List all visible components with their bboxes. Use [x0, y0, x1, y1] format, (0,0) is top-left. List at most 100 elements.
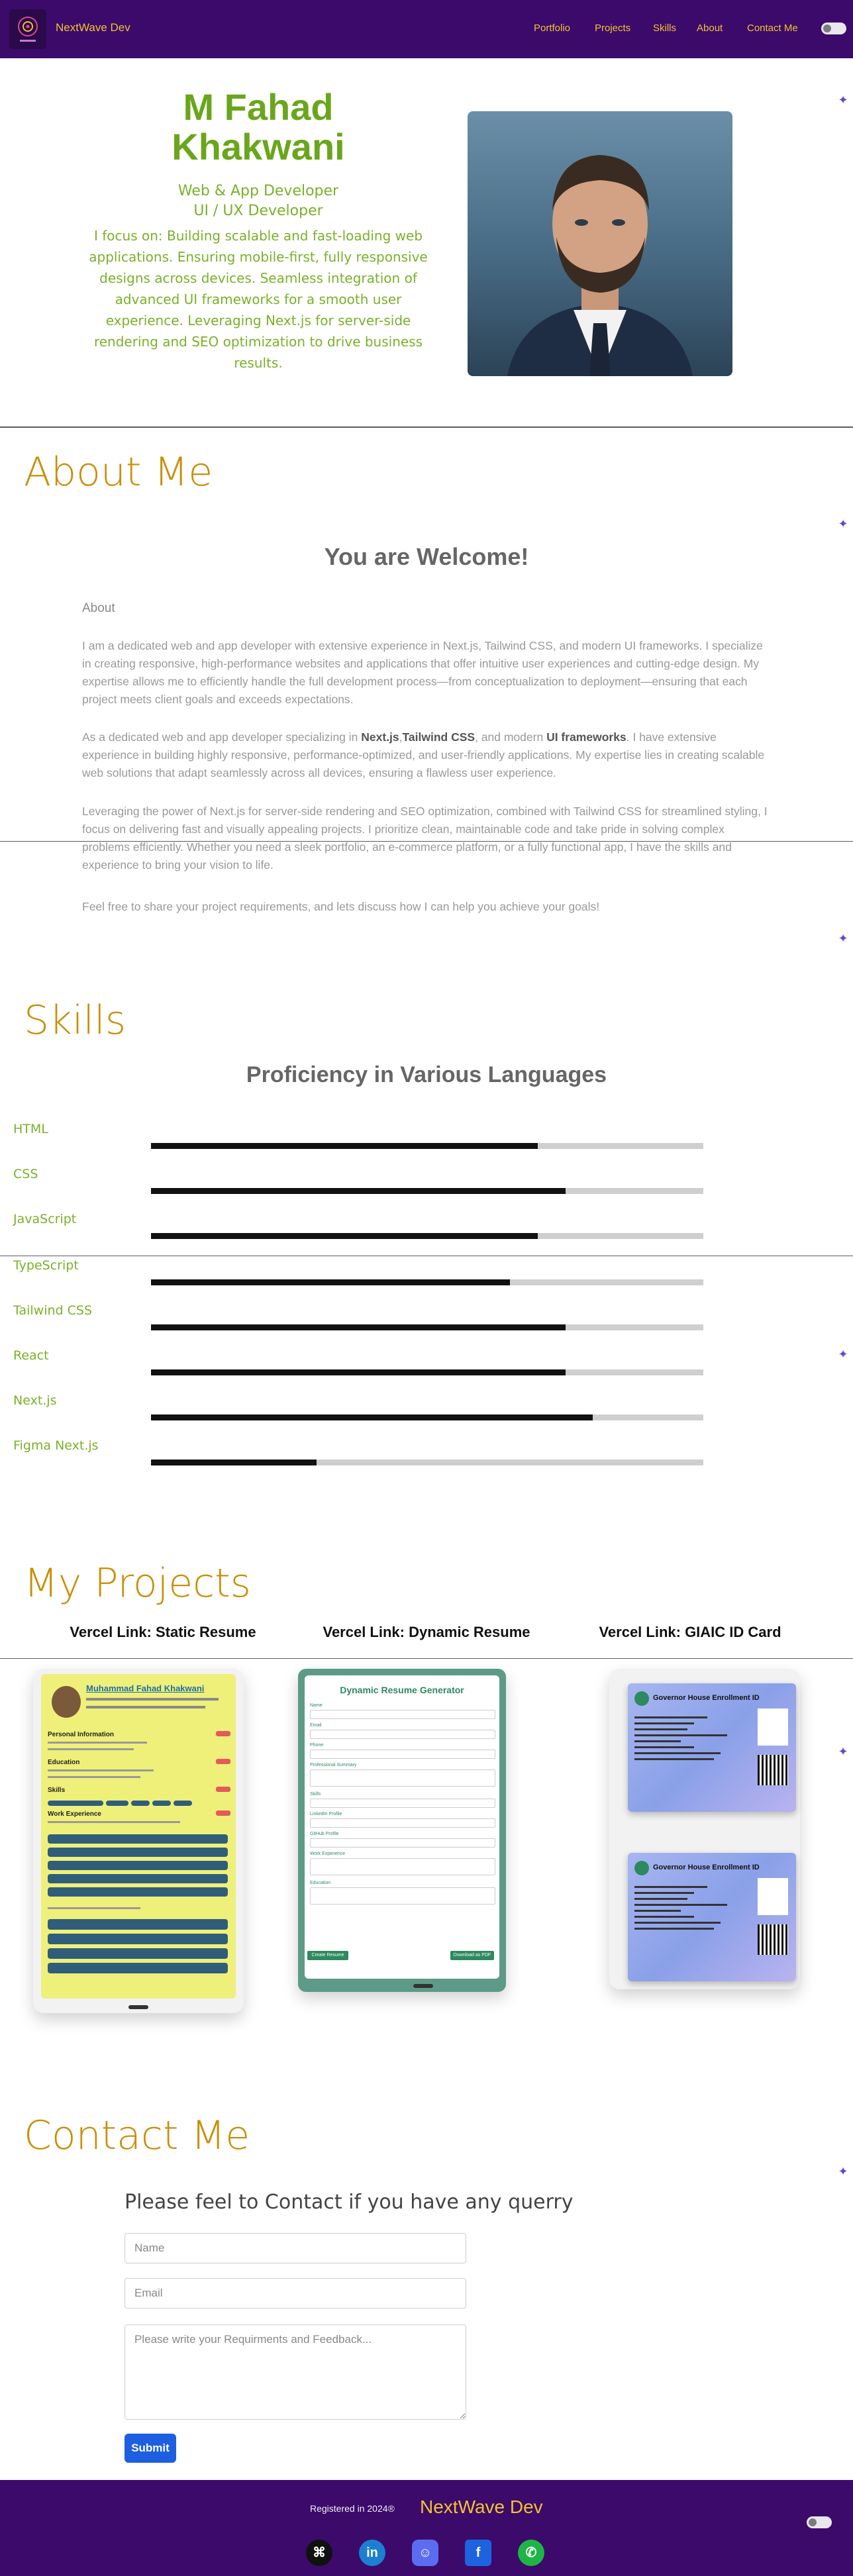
- form-field-label: Professional Summary: [310, 1763, 357, 1767]
- resume-section: Skills: [48, 1787, 66, 1794]
- form-field-label: Name: [310, 1703, 323, 1708]
- sparkle-icon[interactable]: ✦: [836, 2164, 850, 2179]
- skill-bar: [151, 1279, 703, 1285]
- toggle-badge: [216, 1787, 230, 1792]
- nav-projects[interactable]: Projects: [595, 23, 630, 34]
- toggle-badge: [216, 1759, 230, 1764]
- form-field-label: GitHub Profile: [310, 1832, 339, 1836]
- whatsapp-icon[interactable]: ✆: [518, 2540, 544, 2566]
- project-title-dynamic[interactable]: Vercel Link: Dynamic Resume: [294, 1624, 559, 1641]
- text-line: [48, 1748, 134, 1750]
- experience-block: [48, 1919, 228, 1930]
- nav-skills[interactable]: Skills: [653, 23, 676, 34]
- skill-bar-fill: [151, 1143, 538, 1149]
- hero-role-uiux: UI / UX Developer: [193, 203, 323, 219]
- project-title-static[interactable]: Vercel Link: Static Resume: [30, 1624, 295, 1641]
- about-paragraph-1: I am a dedicated web and app developer w…: [82, 639, 763, 706]
- experience-block: [48, 1887, 228, 1897]
- resume-section: Education: [48, 1759, 80, 1766]
- skill-bar: [151, 1414, 703, 1420]
- about-title: About Me: [24, 449, 213, 495]
- project-title-idcard[interactable]: Vercel Link: GIAIC ID Card: [558, 1624, 823, 1641]
- footer-brand[interactable]: NextWave Dev: [420, 2497, 543, 2518]
- nav-about[interactable]: About: [697, 23, 723, 34]
- form-field: [310, 1750, 495, 1759]
- name-input[interactable]: [125, 2233, 466, 2263]
- experience-block: [48, 1848, 228, 1857]
- about-paragraph-3: Leveraging the power of Next.js for serv…: [82, 805, 768, 871]
- site-logo[interactable]: [9, 9, 46, 49]
- experience-block: [48, 1963, 228, 1973]
- about-p2-text: As a dedicated web and app developer spe…: [82, 730, 362, 744]
- text-line: [48, 1821, 180, 1823]
- skill-bar-fill: [151, 1233, 538, 1239]
- submit-button[interactable]: Submit: [125, 2434, 176, 2463]
- about-p2-tailwind: Tailwind CSS: [402, 730, 476, 744]
- text-line: [48, 1742, 147, 1744]
- skill-bar-fill: [151, 1279, 511, 1285]
- text-line: [86, 1698, 219, 1701]
- experience-block: [48, 1934, 228, 1944]
- facebook-icon[interactable]: f: [465, 2540, 491, 2566]
- resume-section: Personal Information: [48, 1731, 115, 1738]
- section-divider: [0, 426, 853, 428]
- sparkle-icon[interactable]: ✦: [836, 517, 850, 531]
- form-field-label: Skills: [310, 1792, 321, 1797]
- id-card-details: [634, 1712, 734, 1779]
- carousel-dots[interactable]: [128, 2005, 148, 2009]
- nav-portfolio[interactable]: Portfolio: [534, 23, 570, 34]
- theme-toggle[interactable]: [807, 2516, 832, 2528]
- project-card-idcard[interactable]: Governor House Enrollment ID Governor Ho…: [609, 1669, 800, 1989]
- project-card-dynamic[interactable]: Dynamic Resume Generator Name Email Phon…: [298, 1669, 506, 1992]
- skill-bar: [151, 1188, 703, 1194]
- skill-label: Next.js: [13, 1393, 57, 1408]
- resume-section: Work Experience: [48, 1810, 101, 1818]
- about-paragraph-4: Feel free to share your project requirem…: [82, 900, 600, 913]
- download-pdf-button: Download as PDF: [450, 1951, 494, 1960]
- nav-contact[interactable]: Contact Me: [747, 23, 798, 34]
- skill-label: CSS: [13, 1167, 38, 1181]
- discord-icon[interactable]: ☺: [412, 2540, 438, 2566]
- contact-title: Contact Me: [24, 2112, 250, 2159]
- form-field: [310, 1799, 495, 1808]
- sparkle-icon[interactable]: ✦: [836, 1744, 850, 1759]
- feedback-textarea[interactable]: [125, 2324, 466, 2420]
- sparkle-icon[interactable]: ✦: [836, 931, 850, 946]
- linkedin-icon[interactable]: in: [359, 2540, 385, 2566]
- form-field: [310, 1769, 495, 1787]
- skill-bar: [151, 1233, 703, 1239]
- skill-label: Figma Next.js: [13, 1438, 99, 1453]
- logo-icon: [18, 17, 38, 42]
- github-icon[interactable]: ⌘: [306, 2540, 332, 2566]
- skill-label: React: [13, 1348, 49, 1363]
- skill-label: HTML: [13, 1122, 48, 1136]
- sparkle-icon[interactable]: ✦: [836, 93, 850, 107]
- theme-toggle[interactable]: [821, 23, 846, 34]
- id-card-heading: Governor House Enrollment ID: [653, 1863, 760, 1871]
- skill-bar: [151, 1369, 703, 1375]
- qr-code: [758, 1924, 788, 1955]
- about-p2-nextjs: Next.js: [361, 730, 399, 744]
- form-field: [310, 1838, 495, 1848]
- text-line: [48, 1776, 140, 1778]
- form-field-label: LinkedIn Profile: [310, 1812, 342, 1816]
- projects-title: My Projects: [24, 1560, 251, 1607]
- hero-name: M Fahad Khakwani: [172, 86, 345, 168]
- skill-bar: [151, 1143, 703, 1149]
- about-p2-ui: UI frameworks: [546, 730, 627, 744]
- carousel-dots[interactable]: [413, 1984, 433, 1988]
- generator-heading: Dynamic Resume Generator: [340, 1685, 464, 1695]
- experience-block: [48, 1834, 228, 1844]
- form-field: [310, 1818, 495, 1828]
- brand-name[interactable]: NextWave Dev: [56, 21, 130, 34]
- project-card-static[interactable]: Muhammad Fahad Khakwani Personal Informa…: [33, 1669, 244, 2013]
- profile-photo: [468, 111, 732, 376]
- experience-block: [48, 1874, 228, 1883]
- hero-role-web: Web & App Developer: [177, 183, 339, 199]
- footer-registered: Registered in 2024®: [310, 2503, 395, 2514]
- email-input[interactable]: [125, 2278, 466, 2308]
- logo-icon: [634, 1691, 649, 1706]
- sparkle-icon[interactable]: ✦: [836, 1347, 850, 1362]
- portrait-illustration: [507, 155, 693, 376]
- contact-subtitle: Please feel to Contact if you have any q…: [125, 2191, 574, 2214]
